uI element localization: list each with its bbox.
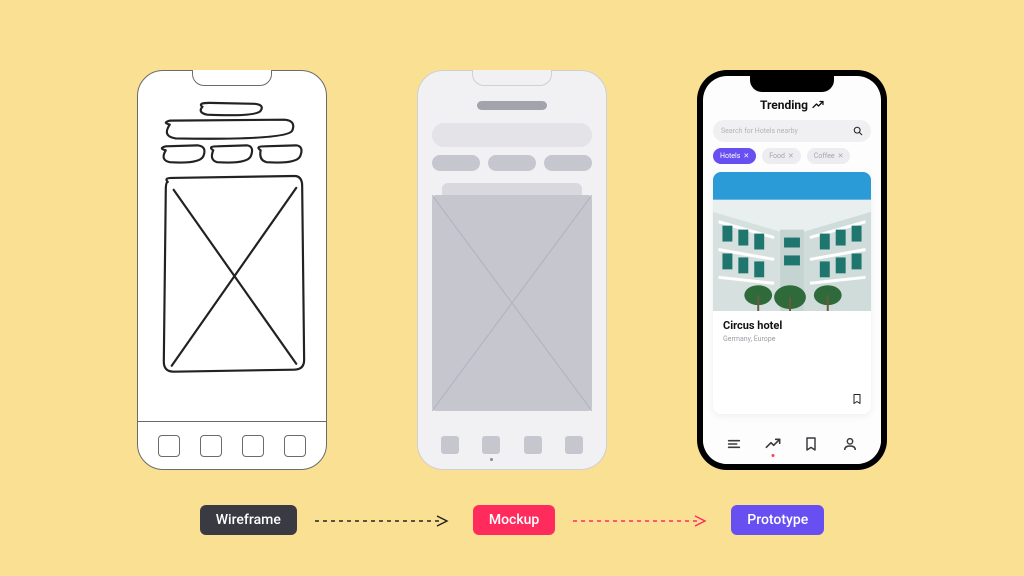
phone-notch — [750, 74, 834, 92]
hotel-card-body: Circus hotel Germany, Europe — [713, 311, 871, 414]
trending-icon — [812, 99, 824, 111]
filter-chips-row: Hotels ✕ Food ✕ Coffee ✕ — [713, 148, 871, 164]
phone-notch — [472, 70, 552, 86]
close-icon[interactable]: ✕ — [788, 152, 794, 160]
mockup-chip — [544, 155, 592, 171]
diagram-stage: Trending Search for Hotels nearby Hotels… — [0, 70, 1024, 490]
mockup-tab-item — [482, 436, 500, 454]
chip-food[interactable]: Food ✕ — [762, 148, 801, 164]
wireframe-sketch — [148, 99, 316, 419]
hotel-title: Circus hotel — [723, 319, 861, 332]
mockup-chip — [432, 155, 480, 171]
hotel-subtitle: Germany, Europe — [723, 335, 861, 343]
prototype-tabbar — [703, 424, 881, 464]
mockup-tab-item — [565, 436, 583, 454]
mockup-title-bar — [477, 101, 547, 110]
wireframe-label: Wireframe — [200, 505, 297, 535]
search-input[interactable]: Search for Hotels nearby — [713, 120, 871, 142]
chip-label: Food — [769, 152, 785, 160]
mockup-tab-item — [524, 436, 542, 454]
search-icon — [853, 126, 863, 136]
tab-trending[interactable] — [765, 436, 781, 452]
mockup-image-card — [432, 195, 592, 411]
phone-notch — [192, 70, 272, 86]
wireframe-tab-item — [284, 435, 306, 457]
close-icon[interactable]: ✕ — [743, 152, 749, 160]
wireframe-tab-item — [242, 435, 264, 457]
chip-coffee[interactable]: Coffee ✕ — [807, 148, 851, 164]
page-title-text: Trending — [760, 98, 808, 112]
prototype-phone: Trending Search for Hotels nearby Hotels… — [697, 70, 887, 470]
page-title: Trending — [703, 98, 881, 112]
tab-profile[interactable] — [842, 436, 858, 452]
search-placeholder: Search for Hotels nearby — [721, 127, 853, 135]
mockup-tabbar — [418, 421, 606, 469]
wireframe-phone — [137, 70, 327, 470]
chip-label: Hotels — [720, 152, 740, 160]
tab-menu[interactable] — [726, 436, 742, 452]
wireframe-tab-item — [158, 435, 180, 457]
wireframe-tab-item — [200, 435, 222, 457]
wireframe-tabbar — [138, 421, 326, 469]
labels-row: Wireframe Mockup Prototype — [0, 500, 1024, 540]
mockup-label: Mockup — [473, 505, 555, 535]
bookmark-icon[interactable] — [851, 392, 863, 406]
close-icon[interactable]: ✕ — [838, 152, 844, 160]
chip-label: Coffee — [814, 152, 835, 160]
mockup-phone — [417, 70, 607, 470]
tab-bookmarks[interactable] — [803, 436, 819, 452]
hotel-image — [713, 172, 871, 311]
prototype-screen: Trending Search for Hotels nearby Hotels… — [703, 76, 881, 464]
prototype-label: Prototype — [731, 505, 824, 535]
chip-hotels[interactable]: Hotels ✕ — [713, 148, 756, 164]
arrow-wf-to-mk — [315, 520, 455, 521]
arrow-mk-to-pt — [573, 520, 713, 521]
hotel-card[interactable]: Circus hotel Germany, Europe — [713, 172, 871, 414]
mockup-tab-item — [441, 436, 459, 454]
mockup-chips-row — [432, 155, 592, 171]
mockup-chip — [488, 155, 536, 171]
mockup-search-bar — [432, 123, 592, 147]
